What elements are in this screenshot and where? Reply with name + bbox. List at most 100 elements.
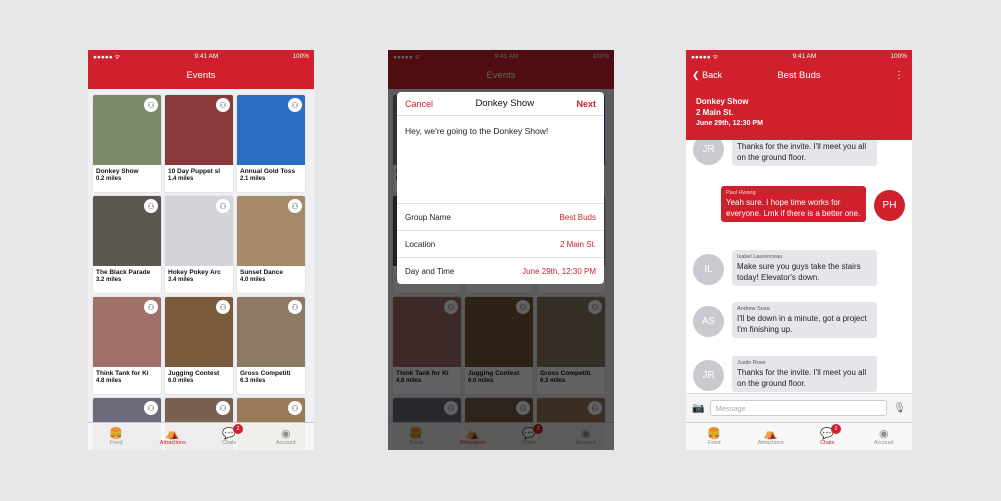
message-input[interactable]: Message (710, 400, 888, 416)
events-screen: ●●●●● ᯤ 9:41 AM 100% Events ⚇ Donkey Show… (88, 50, 314, 450)
message-list[interactable]: JR Justin Rose Thanks for the invite. I'll… (686, 140, 912, 393)
event-image: ⚇ (93, 297, 161, 367)
event-tile[interactable]: ⚇ The Black Parade3.2 miles (93, 196, 161, 293)
group-icon[interactable]: ⚇ (216, 300, 230, 314)
event-tile[interactable]: ⚇ Hokey Pokey Arc3.4 miles (165, 196, 233, 293)
event-image: ⚇ (93, 95, 161, 165)
event-tile[interactable]: ⚇ Think Tank for Ki4.8 miles (93, 297, 161, 394)
sender-name: Isabel Laurenceau (737, 254, 783, 260)
food-icon: 🍔 (707, 427, 722, 440)
ferris-wheel-icon: ⛺ (763, 427, 778, 440)
chat-title: Best Buds (777, 70, 821, 81)
event-distance: 3.2 miles (96, 277, 122, 283)
composer: 📷 Message 🎙 (686, 393, 912, 422)
message-text: I'll be down in a minute, got a project … (737, 314, 867, 334)
tab-food[interactable]: 🍔Food (88, 423, 145, 450)
event-image: ⚇ (165, 95, 233, 165)
group-icon[interactable]: ⚇ (288, 98, 302, 112)
location-row[interactable]: Location 2 Main St. (397, 230, 604, 257)
invite-modal: Cancel Donkey Show Next Hey, we're going… (397, 92, 604, 284)
more-icon[interactable]: ⋮ (894, 70, 904, 81)
sender-name: Paul Hwang (726, 190, 756, 196)
event-tile[interactable]: ⚇ Gross Competiti6.3 miles (237, 297, 305, 394)
event-tile[interactable]: ⚇ 10 Day Puppet sl1.4 miles (165, 95, 233, 192)
tab-chats[interactable]: 💬2Chats (799, 423, 856, 450)
account-icon: ◉ (280, 427, 291, 440)
event-name: Jugging Contest (168, 370, 220, 377)
tab-bar: 🍔Food ⛺Attractions 💬2Chats ◉Account (88, 422, 314, 450)
tab-account-label: Account (275, 439, 296, 446)
message-textarea[interactable]: Hey, we're going to the Donkey Show! (397, 116, 604, 203)
group-name-row[interactable]: Group Name Best Buds (397, 203, 604, 230)
message-bubble[interactable]: Justin RoseThanks for the invite. I'll m… (732, 140, 877, 166)
avatar[interactable]: JR (693, 360, 724, 391)
group-icon[interactable]: ⚇ (288, 300, 302, 314)
tab-attractions[interactable]: ⛺Attractions (743, 423, 800, 450)
modal-title: Donkey Show (475, 98, 535, 109)
avatar[interactable]: IL (693, 254, 724, 285)
banner-event: Donkey Show (696, 97, 749, 106)
message-bubble[interactable]: Isabel Laurenceau Make sure you guys take… (732, 250, 877, 286)
event-name: Think Tank for Ki (96, 370, 149, 377)
cancel-button[interactable]: Cancel (405, 99, 433, 109)
invite-screen: ●●●●● ᯤ 9:41 AM 100% Events ⚇Donkey Show… (388, 50, 614, 450)
banner-location: 2 Main St. (696, 108, 734, 117)
location-label: Location (405, 239, 436, 249)
event-distance: 6.0 miles (168, 378, 194, 384)
tab-attractions-label: Attractions (757, 439, 784, 446)
day-time-row[interactable]: Day and Time June 29th, 12:30 PM (397, 257, 604, 284)
event-image: ⚇ (93, 196, 161, 266)
group-name-label: Group Name (405, 212, 451, 222)
tab-chats[interactable]: 💬2Chats (201, 423, 258, 450)
event-distance: 6.3 miles (240, 378, 266, 384)
nav-bar: Events (88, 62, 314, 89)
message-text: Yeah sure. I hope time works for everyon… (726, 198, 861, 218)
event-distance: 0.2 miles (96, 176, 122, 182)
camera-icon[interactable]: 📷 (692, 403, 704, 414)
group-icon[interactable]: ⚇ (144, 98, 158, 112)
tab-account[interactable]: ◉Account (856, 423, 913, 450)
avatar[interactable]: PH (874, 190, 905, 221)
group-icon[interactable]: ⚇ (216, 401, 230, 415)
event-distance: 1.4 miles (168, 176, 194, 182)
group-icon[interactable]: ⚇ (288, 199, 302, 213)
event-image: ⚇ (237, 95, 305, 165)
message-bubble[interactable]: Andrew Sosa I'll be down in a minute, got… (732, 302, 877, 338)
group-icon[interactable]: ⚇ (144, 300, 158, 314)
tab-attractions-label: Attractions (159, 439, 186, 446)
event-tile[interactable]: ⚇ Donkey Show0.2 miles (93, 95, 161, 192)
group-icon[interactable]: ⚇ (144, 401, 158, 415)
group-icon[interactable]: ⚇ (216, 199, 230, 213)
sender-name: Andrew Sosa (737, 306, 770, 312)
group-icon[interactable]: ⚇ (216, 98, 230, 112)
tab-food-label: Food (707, 439, 721, 446)
tab-food[interactable]: 🍔Food (686, 423, 743, 450)
event-banner[interactable]: Donkey Show 2 Main St. June 29th, 12:30 … (686, 89, 912, 140)
avatar[interactable]: AS (693, 306, 724, 337)
message-text: Thanks for the invite. I'll meet you all… (737, 368, 867, 388)
microphone-icon[interactable]: 🎙 (893, 403, 906, 414)
events-grid: ⚇ Donkey Show0.2 miles ⚇ 10 Day Puppet sl1.… (88, 89, 314, 450)
tab-chats-label: Chats (222, 439, 237, 446)
signal-indicator: ●●●●● ᯤ (93, 53, 121, 61)
message-bubble[interactable]: Justin RoseThanks for the invite. I'll m… (732, 356, 877, 392)
tab-attractions[interactable]: ⛺Attractions (145, 423, 202, 450)
message-bubble[interactable]: Paul Hwang Yeah sure. I hope time works f… (721, 186, 866, 222)
tab-account[interactable]: ◉Account (258, 423, 315, 450)
event-tile[interactable]: ⚇ Sunset Dance4.0 miles (237, 196, 305, 293)
back-label: Back (702, 70, 723, 80)
event-tile[interactable]: ⚇ Annual Gold Toss2.1 miles (237, 95, 305, 192)
event-name: 10 Day Puppet sl (168, 168, 221, 175)
next-button[interactable]: Next (576, 99, 596, 109)
event-tile[interactable]: ⚇ Jugging Contest6.0 miles (165, 297, 233, 394)
back-button[interactable]: ❮ Back (692, 70, 722, 81)
chat-count-badge: 2 (233, 424, 243, 434)
group-icon[interactable]: ⚇ (288, 401, 302, 415)
group-icon[interactable]: ⚇ (144, 199, 158, 213)
ferris-wheel-icon: ⛺ (165, 427, 180, 440)
status-bar: ●●●●● ᯤ 9:41 AM 100% (88, 50, 314, 62)
battery-indicator: 100% (890, 52, 907, 60)
event-image: ⚇ (165, 196, 233, 266)
avatar[interactable]: JR (693, 140, 724, 165)
day-time-value: June 29th, 12:30 PM (522, 266, 596, 276)
